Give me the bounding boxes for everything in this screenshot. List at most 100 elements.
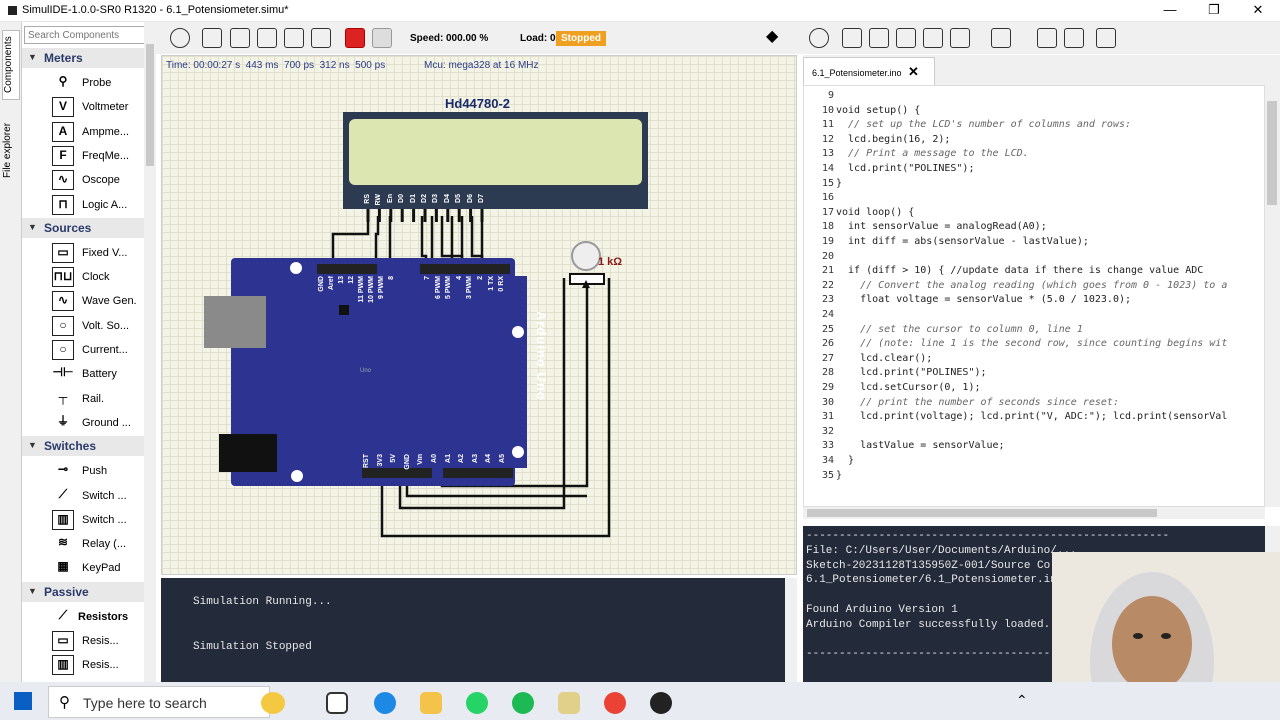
settings-gear-icon[interactable]: [170, 28, 190, 48]
task-view-icon[interactable]: [326, 692, 348, 714]
code-editor[interactable]: 9 10 void setup() {11 // set up the LCD's …: [803, 85, 1265, 507]
pause-icon[interactable]: [372, 28, 392, 48]
code-line[interactable]: }: [836, 455, 854, 466]
line-number: 27: [821, 352, 834, 364]
category-passive[interactable]: ▼ Passive: [22, 581, 156, 602]
search-components-input[interactable]: [24, 26, 156, 44]
close-tab-icon[interactable]: ✕: [908, 64, 919, 80]
component-label: Rail.: [82, 392, 105, 405]
compile-line: File: C:/Users/User/Documents/Arduino/..…: [806, 544, 1077, 557]
category-meters[interactable]: ▼ Meters: [22, 48, 156, 68]
close-button[interactable]: ✕: [1236, 1, 1280, 21]
arduino-pin-label: 7: [424, 276, 431, 280]
lcd-pin-label: D7: [478, 194, 485, 203]
component-label: Clock: [82, 271, 110, 284]
scroll-thumb[interactable]: [1267, 101, 1277, 205]
code-line[interactable]: // set up the LCD's number of columns an…: [836, 119, 1131, 130]
code-line[interactable]: lastValue = sensorValue;: [836, 440, 1005, 451]
arduino-pin-label: Vin: [417, 454, 425, 465]
lcd-pin-label: RW: [375, 194, 383, 206]
lcd-pin-label: En: [386, 194, 394, 203]
debug-icon[interactable]: [1096, 28, 1116, 48]
console-line: Simulation Running...: [193, 596, 332, 608]
file-explorer-icon[interactable]: [420, 692, 442, 714]
code-line[interactable]: lcd.clear();: [836, 353, 932, 364]
component-label: Battery: [82, 368, 117, 381]
code-line[interactable]: // set the cursor to column 0, line 1: [836, 324, 1083, 335]
code-line[interactable]: lcd.print("POLINES");: [836, 367, 986, 378]
tab-6-1-potensiometer-ino[interactable]: 6.1_Potensiometer.ino ✕: [803, 57, 935, 85]
minimize-button[interactable]: —: [1148, 1, 1192, 21]
editor-settings-gear-icon[interactable]: [809, 28, 829, 48]
code-line[interactable]: lcd.print("POLINES");: [836, 163, 974, 174]
compile-check-icon[interactable]: [1037, 28, 1057, 48]
category-switches[interactable]: ▼ Switches: [22, 436, 156, 457]
line-number: 12: [821, 133, 834, 145]
editor-new-icon[interactable]: [842, 28, 862, 48]
lcd-pin-label: D2: [421, 194, 428, 203]
chrome-icon[interactable]: [604, 692, 626, 714]
split-icon[interactable]: ◆: [766, 28, 786, 48]
ammeter-icon: A: [52, 121, 74, 142]
speed-label: Speed:: [410, 33, 444, 44]
arduino-pin-label: 6 PWM: [434, 276, 442, 299]
save-as-icon[interactable]: [284, 28, 304, 48]
code-line[interactable]: // Convert the analog reading (which goe…: [836, 280, 1227, 291]
category-sources[interactable]: ▼ Sources: [22, 217, 156, 238]
taskbar-search[interactable]: ⚲ Type here to search: [48, 686, 285, 718]
scroll-thumb[interactable]: [807, 509, 1157, 517]
code-line[interactable]: void setup() {: [836, 105, 920, 116]
editor-tabs: 6.1_Potensiometer.ino ✕: [803, 55, 1280, 85]
code-line[interactable]: void loop() {: [836, 207, 914, 218]
editor-horizontal-scrollbar[interactable]: [803, 507, 1265, 519]
code-line[interactable]: lcd.print(voltage); lcd.print("V, ADC:")…: [836, 411, 1227, 422]
save-icon[interactable]: [257, 28, 277, 48]
voltmeter-icon: V: [52, 97, 74, 118]
windows-start-icon[interactable]: [14, 692, 32, 710]
spotify-icon[interactable]: [512, 692, 534, 714]
code-line[interactable]: lcd.setCursor(0, 1);: [836, 382, 980, 393]
export-icon[interactable]: [311, 28, 331, 48]
edge-icon[interactable]: [374, 692, 396, 714]
tab-file-explorer[interactable]: File explorer: [2, 108, 20, 192]
code-line[interactable]: // Print a message to the LCD.: [836, 148, 1029, 159]
code-line[interactable]: }: [836, 470, 842, 481]
find-icon[interactable]: [991, 28, 1011, 48]
line-number: 15: [821, 177, 834, 189]
obs-icon[interactable]: [650, 692, 672, 714]
arduino-uno-small-label: Uno: [360, 368, 372, 374]
line-number: 33: [821, 440, 834, 452]
code-line[interactable]: // print the number of seconds since res…: [836, 397, 1119, 408]
code-line[interactable]: // (note: line 1 is the second row, sinc…: [836, 338, 1227, 349]
open-icon[interactable]: [230, 28, 250, 48]
editor-scrollbar[interactable]: [1265, 85, 1280, 507]
editor-save-as-icon[interactable]: [923, 28, 943, 48]
component-label: Resis...: [82, 635, 119, 647]
code-line[interactable]: float voltage = sensorValue * (5.0 / 102…: [836, 294, 1131, 305]
line-number: 28: [821, 367, 834, 379]
code-line[interactable]: }: [836, 178, 842, 189]
new-circuit-icon[interactable]: [202, 28, 222, 48]
line-number: 25: [821, 323, 834, 335]
tab-components[interactable]: Components: [2, 30, 20, 100]
components-scrollbar[interactable]: [144, 22, 156, 682]
editor-open-icon[interactable]: [869, 28, 889, 48]
code-line[interactable]: int diff = abs(sensorValue - lastValue);: [836, 236, 1089, 247]
editor-save-icon[interactable]: [896, 28, 916, 48]
simulide-icon[interactable]: [558, 692, 580, 714]
scroll-thumb[interactable]: [146, 44, 154, 166]
upload-icon[interactable]: [1064, 28, 1084, 48]
circuit-drawing: [204, 112, 648, 538]
component-item[interactable]: ⟋ Resistors: [40, 606, 150, 628]
power-icon[interactable]: [345, 28, 365, 48]
whatsapp-icon[interactable]: [466, 692, 488, 714]
circuit-canvas[interactable]: Time: 00:00:27 s 443 ms 700 ps 312 ns 50…: [161, 55, 797, 575]
console-scrollbar[interactable]: [785, 578, 797, 682]
code-line[interactable]: lcd.begin(16, 2);: [836, 134, 950, 145]
chevron-up-icon[interactable]: ⌃: [1016, 692, 1028, 709]
weather-icon[interactable]: [261, 692, 285, 714]
maximize-button[interactable]: ❐: [1192, 1, 1236, 21]
editor-export-icon[interactable]: [950, 28, 970, 48]
code-line[interactable]: int sensorValue = analogRead(A0);: [836, 221, 1047, 232]
code-line[interactable]: if (diff > 10) { //update data if there …: [836, 265, 1203, 276]
